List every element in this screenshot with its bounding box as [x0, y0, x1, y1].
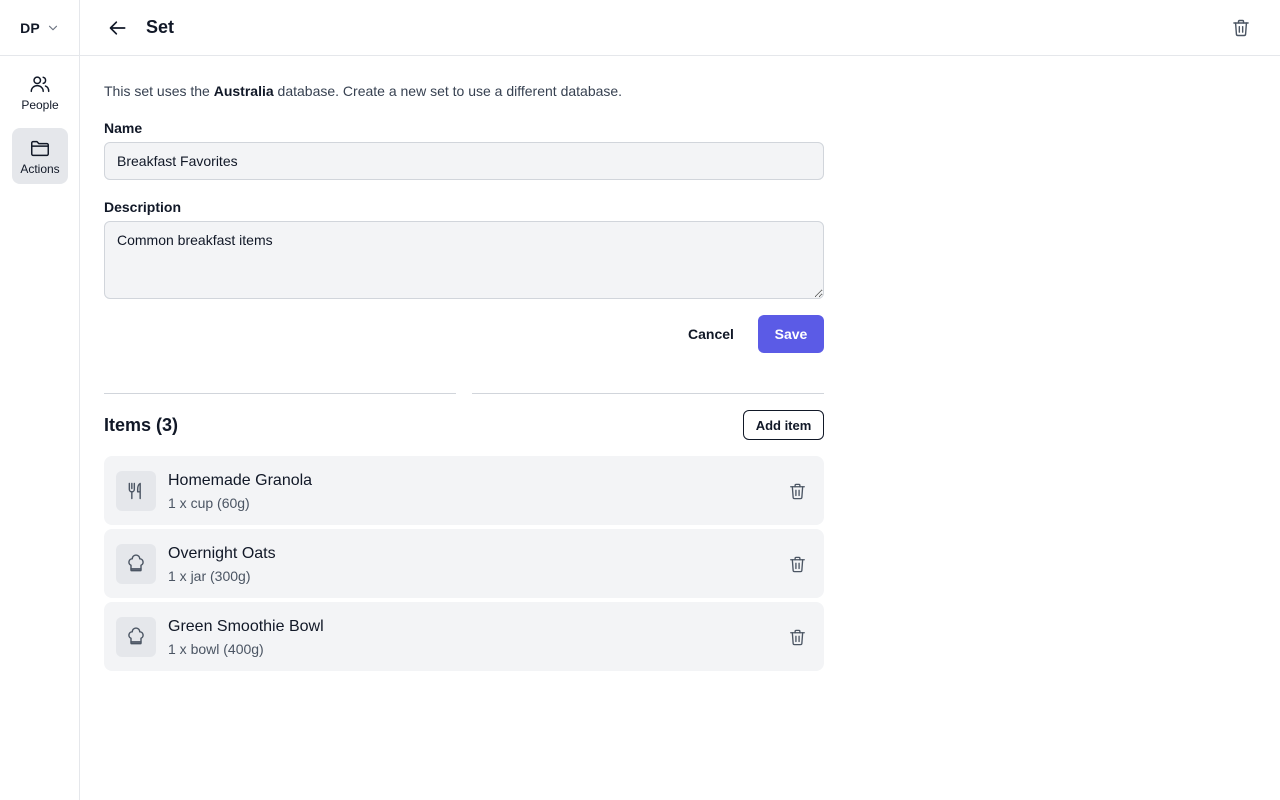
item-quantity: 1 x jar (300g): [168, 568, 251, 584]
page-title: Set: [146, 17, 175, 37]
item-thumbnail: [116, 544, 156, 584]
cancel-button[interactable]: Cancel: [676, 315, 746, 353]
divider: [104, 393, 456, 394]
description-input[interactable]: Common breakfast items: [104, 221, 824, 299]
back-button[interactable]: [106, 16, 130, 40]
info-suffix: database. Create a new set to use a diff…: [277, 83, 623, 99]
trash-icon: [1233, 19, 1249, 37]
name-input[interactable]: [104, 142, 824, 180]
sidebar-item-actions[interactable]: Actions: [12, 128, 68, 184]
account-switcher[interactable]: DP: [0, 0, 80, 56]
save-button[interactable]: Save: [758, 315, 824, 353]
add-item-button[interactable]: Add item: [743, 410, 824, 440]
delete-set-button[interactable]: [1230, 17, 1252, 39]
list-item[interactable]: Homemade Granola 1 x cup (60g): [104, 456, 824, 525]
sidebar-item-label: Actions: [20, 161, 60, 176]
database-info: This set uses the Australia database. Cr…: [104, 83, 622, 99]
page-header: Set: [80, 0, 1280, 56]
utensils-icon: [128, 482, 141, 500]
database-name: Australia: [213, 83, 274, 99]
item-name: Green Smoothie Bowl: [168, 618, 324, 635]
trash-icon: [789, 629, 805, 645]
description-label: Description: [104, 199, 182, 215]
divider: [472, 393, 824, 394]
list-item[interactable]: Overnight Oats 1 x jar (300g): [104, 529, 824, 598]
items-heading: Items (3): [104, 415, 179, 435]
sidebar-item-people[interactable]: People: [12, 64, 68, 120]
trash-icon: [789, 556, 805, 572]
delete-item-button[interactable]: [786, 626, 808, 648]
chef-hat-icon: [128, 627, 144, 645]
arrow-left-icon: [109, 21, 126, 35]
sidebar: DP People Actions: [0, 0, 80, 800]
item-name: Homemade Granola: [168, 472, 313, 489]
trash-icon: [789, 483, 805, 499]
delete-item-button[interactable]: [786, 553, 808, 575]
name-label: Name: [104, 120, 143, 136]
people-icon: [30, 75, 50, 92]
list-item[interactable]: Green Smoothie Bowl 1 x bowl (400g): [104, 602, 824, 671]
chef-hat-icon: [128, 554, 144, 572]
chevron-down-icon: [48, 25, 58, 30]
info-prefix: This set uses the: [104, 83, 210, 99]
sidebar-item-label: People: [21, 97, 59, 112]
item-thumbnail: [116, 617, 156, 657]
account-initials: DP: [20, 19, 40, 36]
item-thumbnail: [116, 471, 156, 511]
item-name: Overnight Oats: [168, 545, 276, 562]
item-quantity: 1 x bowl (400g): [168, 641, 264, 657]
delete-item-button[interactable]: [786, 480, 808, 502]
item-quantity: 1 x cup (60g): [168, 495, 250, 511]
folder-icon: [31, 140, 49, 156]
